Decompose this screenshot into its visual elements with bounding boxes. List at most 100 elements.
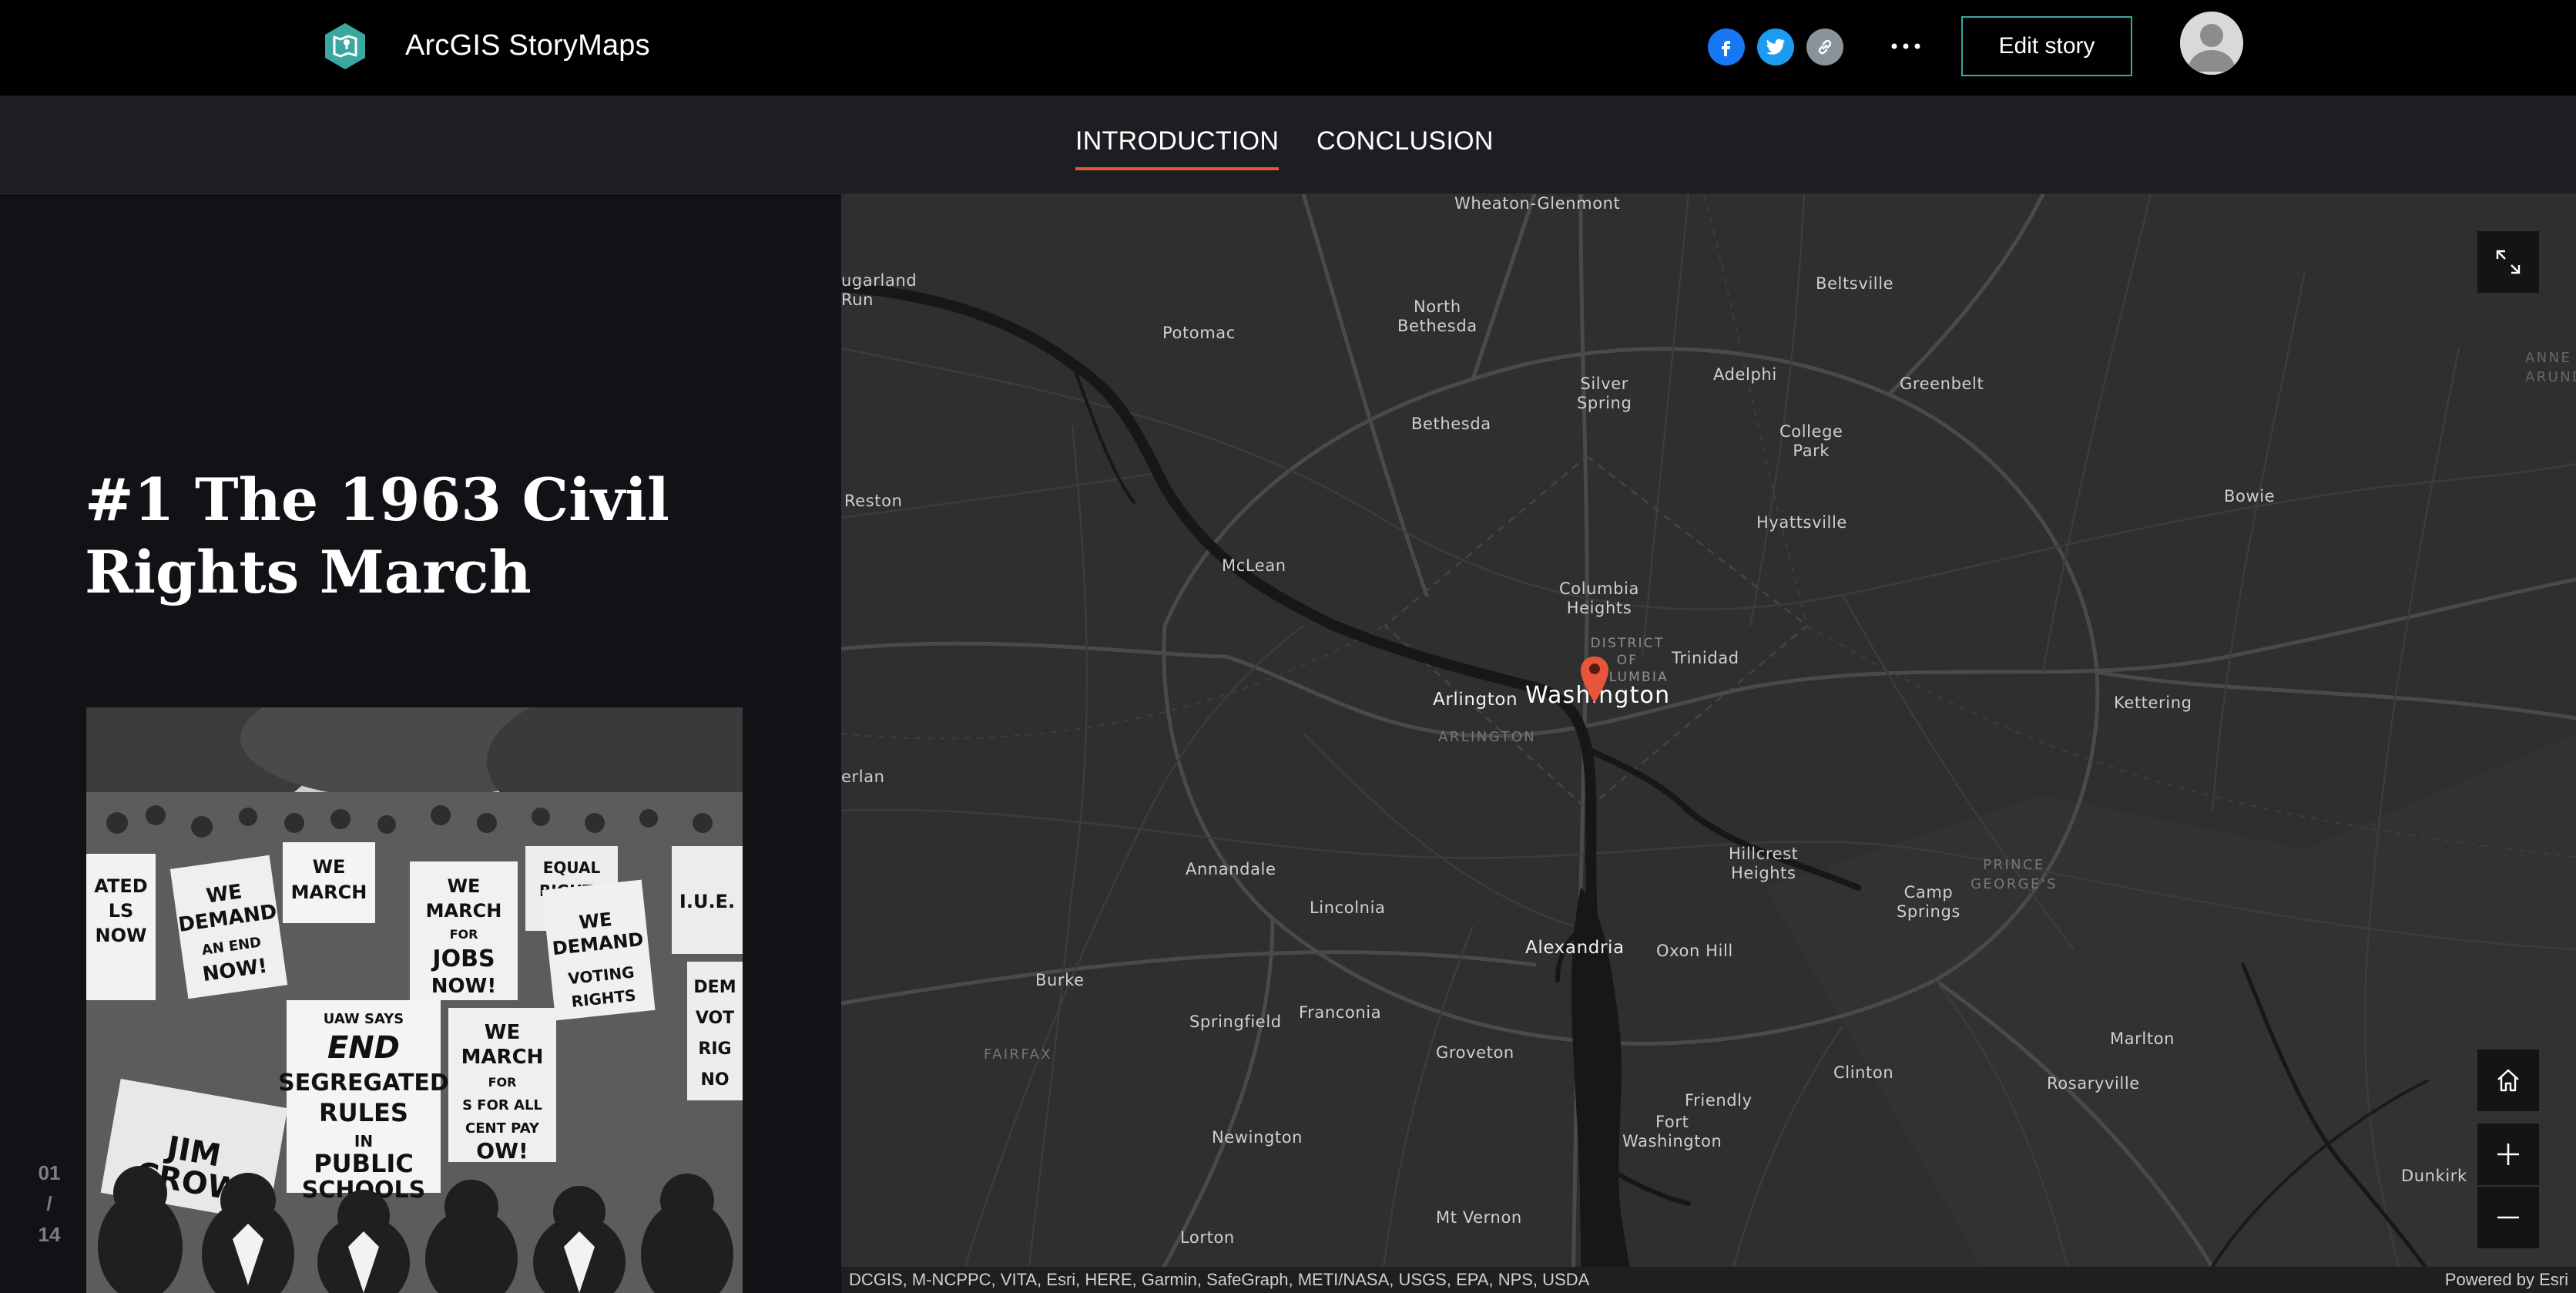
map-label-anne-arundel-2: ARUNDE (2525, 369, 2576, 385)
tab-introduction[interactable]: INTRODUCTION (1075, 126, 1280, 170)
map-pin-icon[interactable] (1579, 655, 1610, 704)
map-attribution: DCGIS, M-NCPPC, VITA, Esri, HERE, Garmin… (841, 1267, 2576, 1293)
svg-text:I.U.E.: I.U.E. (679, 891, 735, 912)
map-label-newington: Newington (1212, 1128, 1303, 1147)
twitter-share-button[interactable] (1757, 29, 1794, 65)
map-label-annandale: Annandale (1186, 860, 1276, 878)
map-label-prince-georges-1: PRINCE (1983, 857, 2045, 873)
svg-text:RIG: RIG (698, 1039, 731, 1059)
link-icon (1818, 39, 1832, 55)
map-label-sugarland-1: ugarland (841, 271, 917, 290)
map-label-potomac: Potomac (1162, 324, 1236, 342)
map-label-groveton: Groveton (1436, 1043, 1514, 1062)
svg-text:RULES: RULES (319, 1098, 408, 1127)
map-label-fort-washington: Fort Washington (1622, 1113, 1722, 1151)
map-label-district-2: OF (1616, 653, 1639, 668)
map-label-reston: Reston (844, 492, 903, 510)
map-label-wheaton: Wheaton-Glenmont (1454, 194, 1621, 213)
svg-text:WE: WE (485, 1021, 520, 1044)
powered-by-esri[interactable]: Powered by Esri (2445, 1267, 2568, 1293)
svg-text:LS: LS (109, 900, 134, 922)
svg-text:EQUAL: EQUAL (543, 858, 601, 877)
svg-text:UAW SAYS: UAW SAYS (324, 1011, 404, 1027)
map-label-adelphi: Adelphi (1713, 365, 1777, 384)
svg-text:JOBS: JOBS (431, 945, 495, 972)
svg-text:DEM: DEM (693, 978, 736, 997)
svg-text:IN: IN (354, 1132, 373, 1150)
story-heading: #1 The 1963 Civil Rights March (85, 464, 778, 609)
more-options-button[interactable] (1887, 25, 1924, 68)
svg-text:END: END (327, 1030, 400, 1066)
map-label-alexandria: Alexandria (1525, 938, 1625, 958)
map-label-college-park: College Park (1779, 422, 1843, 461)
map-label-columbia-heights: Columbia Heights (1559, 579, 1639, 618)
map-label-franconia: Franconia (1299, 1003, 1382, 1022)
slide-counter: 01 / 14 (28, 1157, 71, 1250)
slide-counter-separator: / (46, 1192, 52, 1215)
map-label-friendly: Friendly (1685, 1091, 1753, 1110)
map-label-mclean: McLean (1222, 556, 1286, 575)
zoom-in-button[interactable] (2477, 1123, 2539, 1185)
expand-map-button[interactable] (2477, 231, 2539, 293)
map-label-sugarland-2: Run (841, 291, 874, 309)
map-label-prince-georges-2: GEORGE'S (1971, 876, 2058, 892)
map-label-beltsville: Beltsville (1816, 274, 1894, 293)
narrative-panel: #1 The 1963 Civil Rights March ATED LS N… (0, 194, 841, 1293)
top-bar: ArcGIS StoryMaps Edit story (0, 0, 2576, 96)
home-map-button[interactable] (2477, 1050, 2539, 1111)
map-label-fairfax: FAIRFAX (984, 1046, 1052, 1063)
svg-text:WE: WE (205, 880, 243, 908)
map-label-lorton: Lorton (1180, 1228, 1235, 1247)
zoom-out-button[interactable] (2477, 1187, 2539, 1248)
svg-text:WE: WE (448, 875, 481, 897)
map-label-north-bethesda: North Bethesda (1397, 297, 1478, 336)
app-title[interactable]: ArcGIS StoryMaps (405, 29, 650, 62)
map-label-herndon: erlan (841, 767, 885, 786)
facebook-icon (1722, 41, 1730, 56)
map-label-north-bethesda-1: North (1414, 297, 1461, 316)
map-label-silver-spring: Silver Spring (1577, 374, 1632, 413)
map-label-clinton: Clinton (1833, 1063, 1894, 1082)
map-label-rosaryville: Rosaryville (2047, 1074, 2140, 1093)
map-label-lincolnia: Lincolnia (1310, 898, 1386, 917)
svg-text:ATED: ATED (94, 875, 147, 897)
map-label-bowie: Bowie (2224, 487, 2276, 505)
map-label-columbia-heights-1: Columbia (1559, 579, 1639, 598)
user-avatar-icon[interactable] (2180, 12, 2243, 75)
home-icon (2497, 1069, 2519, 1092)
map-label-anne-arundel: ANNE ARUNDE (2525, 348, 2576, 387)
map-label-arlington: Arlington (1433, 690, 1518, 710)
svg-text:NOW: NOW (96, 925, 147, 946)
more-horizontal-icon (1891, 43, 1920, 49)
map-label-trinidad: Trinidad (1672, 649, 1739, 667)
map-label-oxon-hill: Oxon Hill (1656, 942, 1733, 960)
tab-conclusion[interactable]: CONCLUSION (1317, 126, 1494, 167)
map-label-bethesda: Bethesda (1411, 415, 1491, 433)
attribution-text[interactable]: DCGIS, M-NCPPC, VITA, Esri, HERE, Garmin… (849, 1270, 1589, 1289)
map-label-hillcrest-heights: Hillcrest Heights (1729, 845, 1799, 883)
svg-text:WE: WE (313, 856, 346, 878)
march-photo[interactable]: ATED LS NOW WE DEMAND AN END NOW! WE MARCH … (86, 707, 743, 1293)
story-heading-line-1: #1 The 1963 Civil (85, 465, 669, 534)
slide-counter-current: 01 (38, 1161, 61, 1184)
svg-text:VOT: VOT (696, 1009, 734, 1028)
storymaps-logo-icon[interactable] (324, 22, 367, 71)
copy-link-button[interactable] (1806, 29, 1843, 65)
twitter-icon (1766, 39, 1785, 55)
facebook-share-button[interactable] (1708, 29, 1745, 65)
story-heading-line-2: Rights March (85, 538, 532, 606)
map-label-camp-springs: Camp Springs (1897, 883, 1961, 922)
map-label-kettering: Kettering (2114, 694, 2192, 712)
map-view[interactable]: Wheaton-Glenmont ugarland Run Potomac No… (841, 194, 2576, 1293)
svg-text:WE: WE (578, 908, 613, 933)
minus-icon (2497, 1216, 2519, 1219)
map-label-sugarland: ugarland Run (841, 271, 917, 310)
map-label-springfield: Springfield (1189, 1013, 1282, 1031)
story-navigation: INTRODUCTION CONCLUSION (0, 96, 2576, 194)
svg-text:OW!: OW! (476, 1138, 528, 1164)
svg-text:SEGREGATED: SEGREGATED (278, 1070, 449, 1097)
svg-text:CENT PAY: CENT PAY (465, 1120, 540, 1137)
edit-story-button[interactable]: Edit story (1961, 16, 2132, 76)
map-label-hyattsville: Hyattsville (1756, 513, 1847, 532)
map-label-college-park-1: College (1779, 422, 1843, 441)
